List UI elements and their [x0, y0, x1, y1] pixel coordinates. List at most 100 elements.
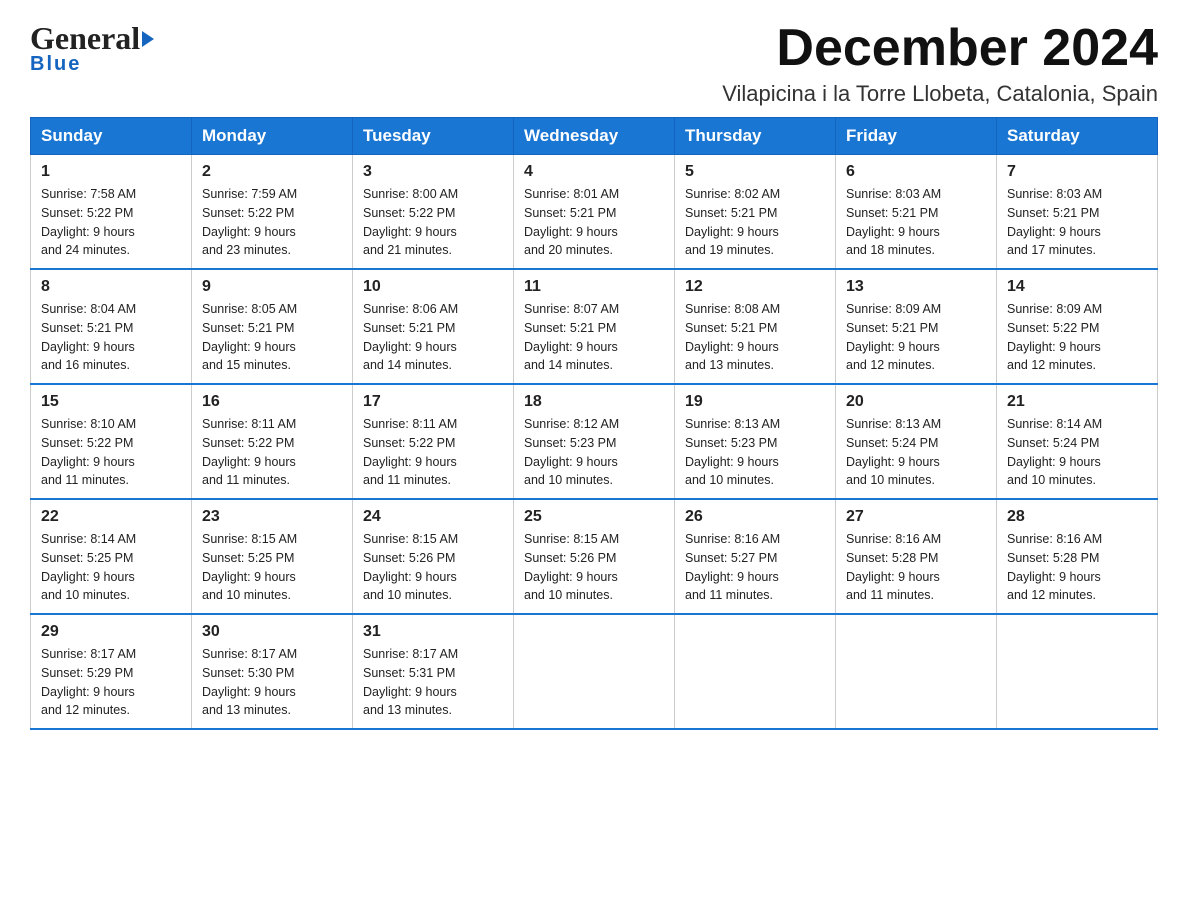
week-row-1: 1 Sunrise: 7:58 AMSunset: 5:22 PMDayligh…	[31, 155, 1158, 270]
calendar-cell: 20 Sunrise: 8:13 AMSunset: 5:24 PMDaylig…	[836, 384, 997, 499]
day-info: Sunrise: 8:10 AMSunset: 5:22 PMDaylight:…	[41, 417, 136, 487]
day-info: Sunrise: 8:15 AMSunset: 5:25 PMDaylight:…	[202, 532, 297, 602]
calendar-cell: 16 Sunrise: 8:11 AMSunset: 5:22 PMDaylig…	[192, 384, 353, 499]
day-info: Sunrise: 8:12 AMSunset: 5:23 PMDaylight:…	[524, 417, 619, 487]
calendar-cell: 6 Sunrise: 8:03 AMSunset: 5:21 PMDayligh…	[836, 155, 997, 270]
header-monday: Monday	[192, 118, 353, 155]
calendar-cell: 17 Sunrise: 8:11 AMSunset: 5:22 PMDaylig…	[353, 384, 514, 499]
day-number: 15	[41, 393, 181, 411]
day-info: Sunrise: 8:16 AMSunset: 5:28 PMDaylight:…	[846, 532, 941, 602]
calendar-cell: 1 Sunrise: 7:58 AMSunset: 5:22 PMDayligh…	[31, 155, 192, 270]
calendar-cell: 4 Sunrise: 8:01 AMSunset: 5:21 PMDayligh…	[514, 155, 675, 270]
calendar-cell	[514, 614, 675, 729]
day-number: 29	[41, 623, 181, 641]
calendar-cell: 10 Sunrise: 8:06 AMSunset: 5:21 PMDaylig…	[353, 269, 514, 384]
day-number: 6	[846, 163, 986, 181]
logo: General	[30, 20, 156, 57]
header-thursday: Thursday	[675, 118, 836, 155]
day-info: Sunrise: 8:17 AMSunset: 5:29 PMDaylight:…	[41, 647, 136, 717]
day-info: Sunrise: 8:03 AMSunset: 5:21 PMDaylight:…	[1007, 187, 1102, 257]
calendar-cell: 26 Sunrise: 8:16 AMSunset: 5:27 PMDaylig…	[675, 499, 836, 614]
day-number: 1	[41, 163, 181, 181]
calendar-cell: 19 Sunrise: 8:13 AMSunset: 5:23 PMDaylig…	[675, 384, 836, 499]
header-saturday: Saturday	[997, 118, 1158, 155]
day-number: 5	[685, 163, 825, 181]
day-info: Sunrise: 8:13 AMSunset: 5:24 PMDaylight:…	[846, 417, 941, 487]
day-number: 9	[202, 278, 342, 296]
logo-area: General Blue	[30, 20, 156, 76]
calendar-cell: 29 Sunrise: 8:17 AMSunset: 5:29 PMDaylig…	[31, 614, 192, 729]
day-info: Sunrise: 8:16 AMSunset: 5:28 PMDaylight:…	[1007, 532, 1102, 602]
day-info: Sunrise: 8:14 AMSunset: 5:25 PMDaylight:…	[41, 532, 136, 602]
day-info: Sunrise: 8:17 AMSunset: 5:31 PMDaylight:…	[363, 647, 458, 717]
day-number: 21	[1007, 393, 1147, 411]
day-number: 25	[524, 508, 664, 526]
header-row: SundayMondayTuesdayWednesdayThursdayFrid…	[31, 118, 1158, 155]
day-info: Sunrise: 8:16 AMSunset: 5:27 PMDaylight:…	[685, 532, 780, 602]
day-info: Sunrise: 8:00 AMSunset: 5:22 PMDaylight:…	[363, 187, 458, 257]
day-info: Sunrise: 8:11 AMSunset: 5:22 PMDaylight:…	[202, 417, 296, 487]
day-number: 16	[202, 393, 342, 411]
day-number: 22	[41, 508, 181, 526]
day-info: Sunrise: 8:04 AMSunset: 5:21 PMDaylight:…	[41, 302, 136, 372]
day-number: 31	[363, 623, 503, 641]
week-row-2: 8 Sunrise: 8:04 AMSunset: 5:21 PMDayligh…	[31, 269, 1158, 384]
day-info: Sunrise: 8:15 AMSunset: 5:26 PMDaylight:…	[363, 532, 458, 602]
day-info: Sunrise: 8:07 AMSunset: 5:21 PMDaylight:…	[524, 302, 619, 372]
day-number: 18	[524, 393, 664, 411]
calendar-subtitle: Vilapicina i la Torre Llobeta, Catalonia…	[722, 81, 1158, 107]
logo-general-text: General	[30, 20, 140, 57]
header-tuesday: Tuesday	[353, 118, 514, 155]
day-info: Sunrise: 8:11 AMSunset: 5:22 PMDaylight:…	[363, 417, 457, 487]
day-info: Sunrise: 8:15 AMSunset: 5:26 PMDaylight:…	[524, 532, 619, 602]
day-info: Sunrise: 8:09 AMSunset: 5:21 PMDaylight:…	[846, 302, 941, 372]
day-number: 14	[1007, 278, 1147, 296]
day-info: Sunrise: 8:01 AMSunset: 5:21 PMDaylight:…	[524, 187, 619, 257]
calendar-cell: 13 Sunrise: 8:09 AMSunset: 5:21 PMDaylig…	[836, 269, 997, 384]
calendar-cell: 12 Sunrise: 8:08 AMSunset: 5:21 PMDaylig…	[675, 269, 836, 384]
day-number: 11	[524, 278, 664, 296]
calendar-title: December 2024	[722, 20, 1158, 77]
day-info: Sunrise: 8:08 AMSunset: 5:21 PMDaylight:…	[685, 302, 780, 372]
header-wednesday: Wednesday	[514, 118, 675, 155]
day-number: 27	[846, 508, 986, 526]
calendar-cell	[997, 614, 1158, 729]
calendar-cell: 15 Sunrise: 8:10 AMSunset: 5:22 PMDaylig…	[31, 384, 192, 499]
calendar-cell: 22 Sunrise: 8:14 AMSunset: 5:25 PMDaylig…	[31, 499, 192, 614]
day-number: 30	[202, 623, 342, 641]
day-number: 19	[685, 393, 825, 411]
day-info: Sunrise: 8:02 AMSunset: 5:21 PMDaylight:…	[685, 187, 780, 257]
calendar-cell: 3 Sunrise: 8:00 AMSunset: 5:22 PMDayligh…	[353, 155, 514, 270]
calendar-cell: 9 Sunrise: 8:05 AMSunset: 5:21 PMDayligh…	[192, 269, 353, 384]
day-info: Sunrise: 7:59 AMSunset: 5:22 PMDaylight:…	[202, 187, 297, 257]
day-info: Sunrise: 8:14 AMSunset: 5:24 PMDaylight:…	[1007, 417, 1102, 487]
calendar-cell: 30 Sunrise: 8:17 AMSunset: 5:30 PMDaylig…	[192, 614, 353, 729]
calendar-cell: 24 Sunrise: 8:15 AMSunset: 5:26 PMDaylig…	[353, 499, 514, 614]
day-info: Sunrise: 8:03 AMSunset: 5:21 PMDaylight:…	[846, 187, 941, 257]
calendar-cell: 28 Sunrise: 8:16 AMSunset: 5:28 PMDaylig…	[997, 499, 1158, 614]
calendar-cell: 2 Sunrise: 7:59 AMSunset: 5:22 PMDayligh…	[192, 155, 353, 270]
day-info: Sunrise: 8:06 AMSunset: 5:21 PMDaylight:…	[363, 302, 458, 372]
day-number: 3	[363, 163, 503, 181]
header-friday: Friday	[836, 118, 997, 155]
calendar-cell: 21 Sunrise: 8:14 AMSunset: 5:24 PMDaylig…	[997, 384, 1158, 499]
day-number: 23	[202, 508, 342, 526]
calendar-cell: 14 Sunrise: 8:09 AMSunset: 5:22 PMDaylig…	[997, 269, 1158, 384]
day-info: Sunrise: 8:05 AMSunset: 5:21 PMDaylight:…	[202, 302, 297, 372]
calendar-cell: 8 Sunrise: 8:04 AMSunset: 5:21 PMDayligh…	[31, 269, 192, 384]
calendar-cell: 25 Sunrise: 8:15 AMSunset: 5:26 PMDaylig…	[514, 499, 675, 614]
calendar-cell	[675, 614, 836, 729]
day-number: 20	[846, 393, 986, 411]
day-info: Sunrise: 8:09 AMSunset: 5:22 PMDaylight:…	[1007, 302, 1102, 372]
day-number: 7	[1007, 163, 1147, 181]
calendar-cell: 23 Sunrise: 8:15 AMSunset: 5:25 PMDaylig…	[192, 499, 353, 614]
week-row-3: 15 Sunrise: 8:10 AMSunset: 5:22 PMDaylig…	[31, 384, 1158, 499]
day-number: 12	[685, 278, 825, 296]
calendar-cell: 27 Sunrise: 8:16 AMSunset: 5:28 PMDaylig…	[836, 499, 997, 614]
calendar-cell: 18 Sunrise: 8:12 AMSunset: 5:23 PMDaylig…	[514, 384, 675, 499]
day-number: 26	[685, 508, 825, 526]
calendar-cell	[836, 614, 997, 729]
page-header: General Blue December 2024 Vilapicina i …	[30, 20, 1158, 107]
day-number: 13	[846, 278, 986, 296]
logo-triangle-icon	[142, 31, 154, 47]
